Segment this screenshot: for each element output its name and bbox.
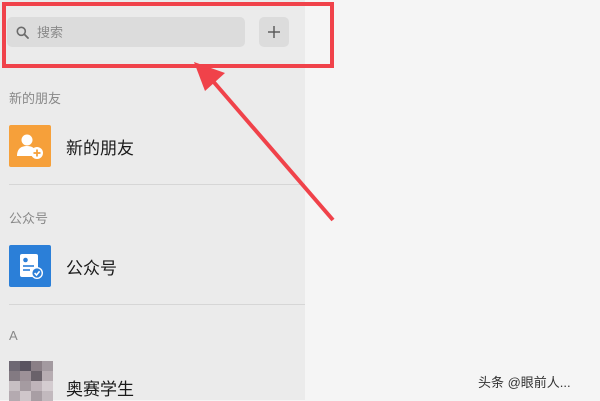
watermark: 头条 @眼前人... [478,375,571,390]
annotation-arrow [194,62,335,222]
